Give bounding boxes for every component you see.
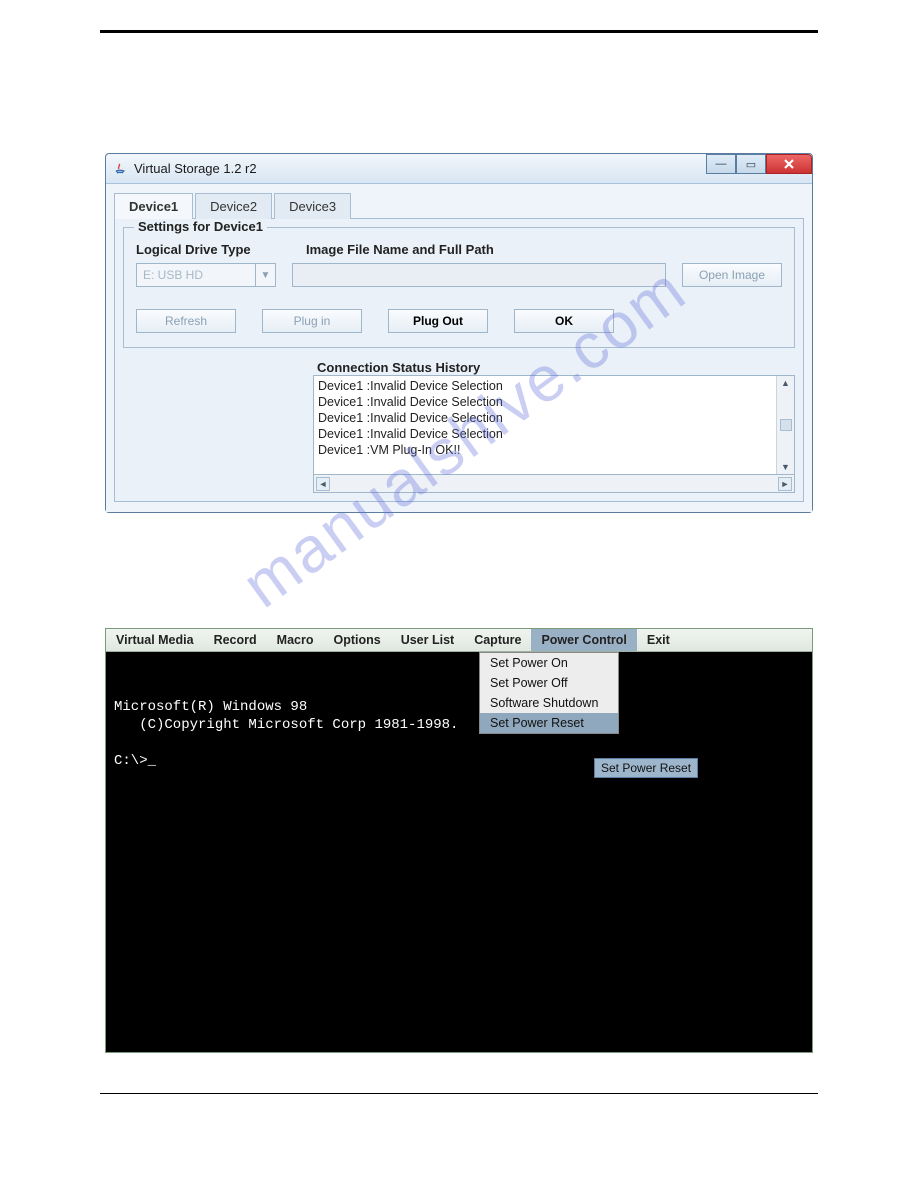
plug-out-button[interactable]: Plug Out: [388, 309, 488, 333]
menu-options[interactable]: Options: [323, 629, 390, 651]
window-client-area: Device1 Device2 Device3 Settings for Dev…: [106, 184, 812, 512]
menu-virtual-media[interactable]: Virtual Media: [106, 629, 204, 651]
open-image-button[interactable]: Open Image: [682, 263, 782, 287]
console-window: Virtual Media Record Macro Options User …: [105, 628, 813, 1053]
console-line: Microsoft(R) Windows 98: [114, 699, 307, 715]
power-control-dropdown: Set Power On Set Power Off Software Shut…: [479, 652, 619, 734]
console-line: (C)Copyright Microsoft Corp 1981-1998.: [114, 717, 458, 733]
menu-macro[interactable]: Macro: [267, 629, 324, 651]
drive-type-label: Logical Drive Type: [136, 242, 306, 257]
menu-user-list[interactable]: User List: [391, 629, 465, 651]
action-button-row: Refresh Plug in Plug Out OK: [136, 309, 782, 333]
history-line: Device1 :Invalid Device Selection: [318, 426, 772, 442]
maximize-button[interactable]: ▭: [736, 154, 766, 174]
history-area: Connection Status History Device1 :Inval…: [313, 360, 795, 493]
field-labels-row: Logical Drive Type Image File Name and F…: [136, 242, 782, 257]
tab-panel: Settings for Device1 Logical Drive Type …: [114, 219, 804, 502]
menu-record[interactable]: Record: [204, 629, 267, 651]
menu-capture[interactable]: Capture: [464, 629, 531, 651]
tab-device3[interactable]: Device3: [274, 193, 351, 219]
history-text: Device1 :Invalid Device Selection Device…: [314, 376, 776, 474]
scroll-handle[interactable]: [780, 419, 792, 431]
scroll-down-icon[interactable]: ▼: [781, 462, 790, 472]
horizontal-scrollbar[interactable]: ◄ ►: [313, 475, 795, 493]
refresh-button[interactable]: Refresh: [136, 309, 236, 333]
window-buttons: — ▭: [706, 154, 812, 183]
image-path-label: Image File Name and Full Path: [306, 242, 782, 257]
history-line: Device1 :Invalid Device Selection: [318, 378, 772, 394]
tab-device1[interactable]: Device1: [114, 193, 193, 219]
menu-power-control[interactable]: Power Control: [531, 629, 636, 651]
menu-exit[interactable]: Exit: [637, 629, 680, 651]
scroll-up-icon[interactable]: ▲: [781, 378, 790, 388]
titlebar[interactable]: Virtual Storage 1.2 r2 — ▭: [106, 154, 812, 184]
page-top-rule: [100, 30, 818, 33]
console-body[interactable]: Set Power On Set Power Off Software Shut…: [106, 652, 812, 1052]
image-path-input[interactable]: [292, 263, 666, 287]
virtual-storage-window: Virtual Storage 1.2 r2 — ▭ Device1 Devic…: [105, 153, 813, 513]
plug-in-button[interactable]: Plug in: [262, 309, 362, 333]
ok-button[interactable]: OK: [514, 309, 614, 333]
history-line: Device1 :VM Plug-In OK!!: [318, 442, 772, 458]
drive-type-dropdown[interactable]: E: USB HD ▼: [136, 263, 276, 287]
window-title: Virtual Storage 1.2 r2: [134, 161, 257, 176]
dropdown-set-power-off[interactable]: Set Power Off: [480, 673, 618, 693]
chevron-down-icon: ▼: [255, 264, 275, 286]
field-controls-row: E: USB HD ▼ Open Image: [136, 263, 782, 287]
dropdown-set-power-reset[interactable]: Set Power Reset: [480, 713, 618, 733]
menubar: Virtual Media Record Macro Options User …: [106, 629, 812, 652]
console-line: C:\>_: [114, 753, 156, 769]
settings-groupbox: Settings for Device1 Logical Drive Type …: [123, 227, 795, 348]
history-title: Connection Status History: [313, 360, 795, 375]
dropdown-set-power-on[interactable]: Set Power On: [480, 653, 618, 673]
tooltip: Set Power Reset: [594, 758, 698, 778]
minimize-button[interactable]: —: [706, 154, 736, 174]
history-line: Device1 :Invalid Device Selection: [318, 394, 772, 410]
scroll-right-icon[interactable]: ►: [778, 477, 792, 491]
drive-type-value: E: USB HD: [137, 264, 255, 286]
dropdown-software-shutdown[interactable]: Software Shutdown: [480, 693, 618, 713]
groupbox-title: Settings for Device1: [134, 219, 267, 234]
page-bottom-rule: [100, 1093, 818, 1094]
scroll-left-icon[interactable]: ◄: [316, 477, 330, 491]
history-listbox[interactable]: Device1 :Invalid Device Selection Device…: [313, 375, 795, 475]
tab-device2[interactable]: Device2: [195, 193, 272, 219]
close-button[interactable]: [766, 154, 812, 174]
java-icon: [112, 161, 128, 177]
vertical-scrollbar[interactable]: ▲ ▼: [776, 376, 794, 474]
history-line: Device1 :Invalid Device Selection: [318, 410, 772, 426]
tab-strip: Device1 Device2 Device3: [114, 192, 804, 219]
console-output: Microsoft(R) Windows 98 (C)Copyright Mic…: [114, 698, 458, 770]
